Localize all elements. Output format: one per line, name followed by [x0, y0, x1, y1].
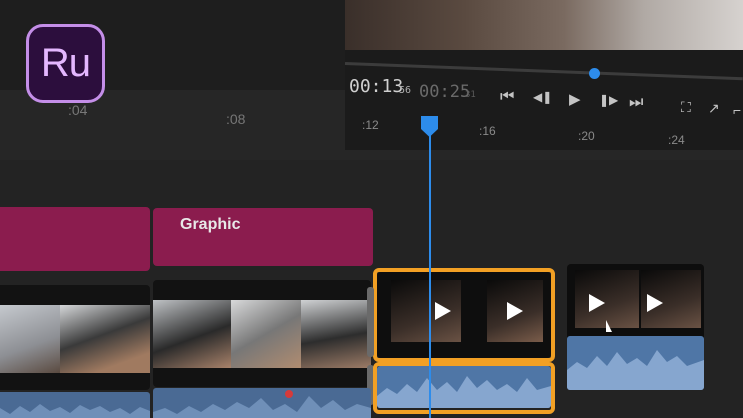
graphic-clip-label: Graphic	[180, 216, 241, 233]
go-to-start-icon: ⏮	[500, 88, 515, 105]
go-to-end-icon: ⏭	[629, 94, 644, 111]
video-clip[interactable]	[153, 280, 371, 387]
settings-icon: ⌐	[733, 102, 742, 118]
preview-video-frame[interactable]	[345, 0, 743, 50]
audio-clip[interactable]	[0, 392, 150, 418]
play-overlay-icon	[589, 294, 605, 312]
ruler-tick: :20	[578, 129, 595, 143]
clip-thumbnail	[153, 300, 231, 368]
video-clip[interactable]	[0, 285, 150, 390]
audio-marker[interactable]	[285, 390, 293, 398]
audio-waveform	[567, 350, 704, 390]
preview-scrubber-handle[interactable]	[589, 68, 600, 79]
preview-monitor[interactable]	[344, 0, 743, 150]
play-overlay-icon	[647, 294, 663, 312]
ruler-tick: :16	[479, 124, 496, 138]
playhead-line[interactable]	[429, 132, 431, 418]
go-to-end-button[interactable]: ⏭	[629, 95, 643, 111]
step-forward-button[interactable]: ❚▶	[599, 94, 618, 106]
audio-waveform	[0, 404, 150, 418]
clip-thumbnail	[0, 305, 60, 373]
duration-timecode-frames: 31	[465, 90, 476, 100]
trim-handle[interactable]	[367, 287, 374, 357]
selection-outline	[373, 268, 555, 362]
ruler-tick: :04	[68, 102, 88, 118]
duration-timecode: 00:25	[419, 82, 471, 102]
preview-scrubber-track[interactable]	[344, 62, 743, 81]
fit-frame-icon: ⛶	[681, 99, 691, 115]
mouse-cursor-icon	[606, 320, 612, 332]
play-button[interactable]: ▶	[569, 92, 581, 107]
audio-clip[interactable]	[153, 388, 371, 418]
ruler-tick: :08	[226, 111, 246, 127]
play-icon: ▶	[569, 91, 581, 108]
graphic-clip[interactable]	[0, 207, 150, 271]
step-back-button[interactable]: ◀❚	[533, 91, 552, 103]
video-clip[interactable]	[567, 264, 704, 344]
current-timecode-frames: 56	[399, 85, 412, 96]
export-frame-icon: ↗	[708, 100, 720, 116]
fit-frame-button[interactable]: ⛶	[681, 100, 691, 114]
app-logo: Ru	[26, 24, 105, 103]
clip-thumbnail	[60, 305, 150, 373]
settings-button[interactable]: ⌐	[733, 103, 741, 117]
ruler-tick: :24	[668, 133, 685, 147]
export-frame-button[interactable]: ↗	[708, 101, 720, 115]
editor-workspace: Ru 00:13 56 00:25 31 ⏮ ◀❚ ▶ ❚▶ ⏭ ⛶ ↗ ⌐ :…	[0, 0, 743, 418]
app-logo-text: Ru	[40, 41, 91, 85]
current-timecode: 00:13	[349, 76, 404, 97]
audio-clip[interactable]	[567, 336, 704, 390]
audio-waveform	[153, 396, 371, 418]
ruler-tick: :12	[362, 118, 379, 132]
step-back-icon: ◀❚	[533, 90, 553, 104]
go-to-start-button[interactable]: ⏮	[500, 89, 514, 105]
selection-outline	[373, 362, 555, 414]
clip-thumbnail	[231, 300, 301, 368]
graphic-clip[interactable]: Graphic	[153, 208, 373, 266]
clip-thumbnail	[301, 300, 371, 368]
step-forward-icon: ❚▶	[599, 93, 619, 107]
